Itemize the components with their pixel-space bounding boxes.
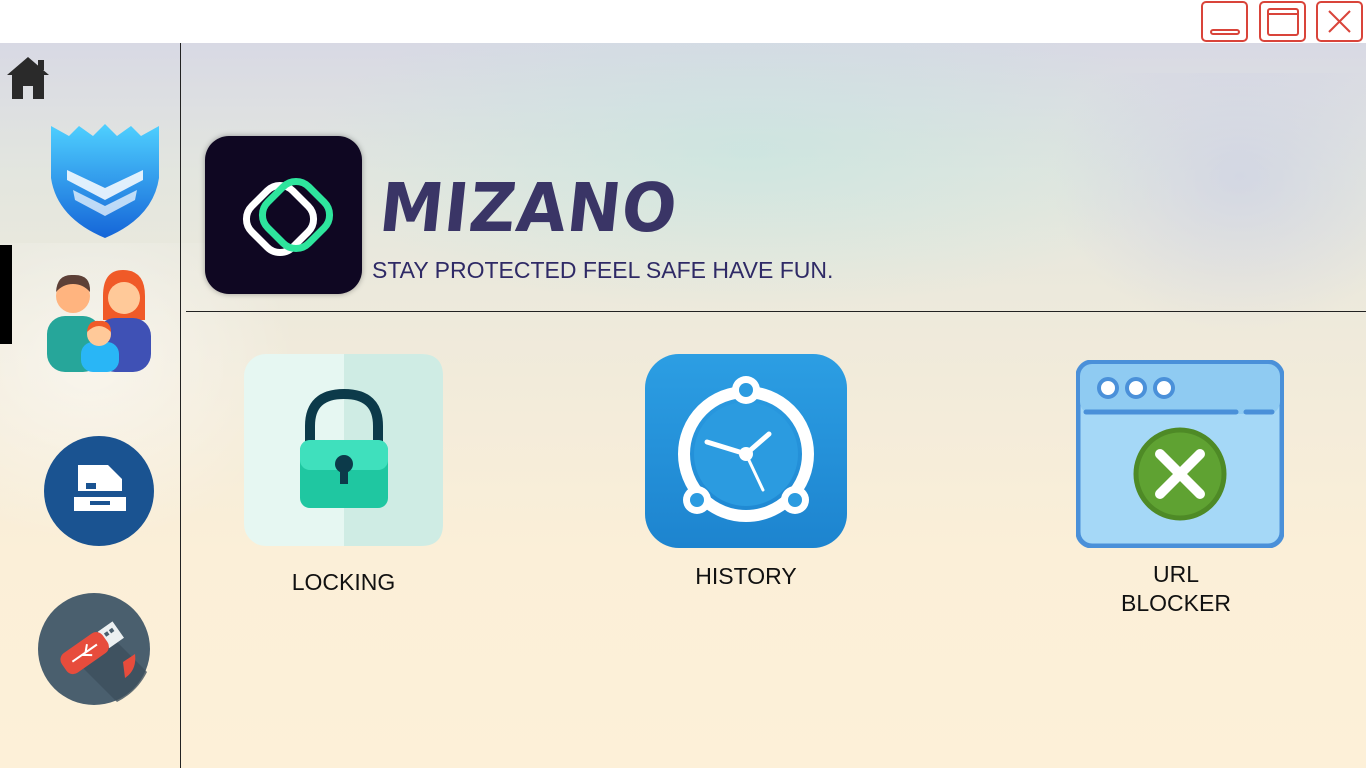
url-blocker-icon [1075, 359, 1285, 549]
shield-icon [51, 124, 159, 238]
locking-label: LOCKING [291, 569, 396, 595]
family-icon [47, 270, 151, 372]
active-nav-indicator [0, 245, 12, 344]
url-blocker-label-line2: BLOCKER [1121, 590, 1231, 616]
nav-home[interactable] [5, 55, 51, 106]
url-blocker-label: URL BLOCKER [1076, 560, 1276, 618]
app-logo [205, 136, 362, 294]
close-icon [1328, 10, 1351, 33]
brand-name: MIZANO [375, 170, 682, 248]
close-button[interactable] [1316, 1, 1363, 42]
tagline: STAY PROTECTED FEEL SAFE HAVE FUN. [372, 257, 834, 283]
title-bar [0, 0, 1366, 43]
clock-icon [645, 354, 847, 548]
history-label: HISTORY [695, 563, 797, 589]
nav-usb[interactable] [37, 592, 151, 711]
padlock-icon [244, 354, 443, 546]
mizano-logo-icon [242, 177, 334, 257]
nav-scanner[interactable] [42, 435, 156, 552]
url-blocker-label-line1: URL [1152, 561, 1199, 587]
locking-button[interactable] [244, 354, 443, 551]
url-blocker-button[interactable] [1075, 359, 1285, 553]
minimize-icon [1210, 29, 1240, 35]
maximize-button[interactable] [1259, 1, 1306, 42]
history-button[interactable] [645, 354, 847, 553]
maximize-icon [1267, 8, 1299, 36]
header-divider [186, 311, 1366, 312]
nav-family[interactable] [47, 268, 151, 377]
sidebar-divider [180, 43, 181, 768]
minimize-button[interactable] [1201, 1, 1248, 42]
home-icon [7, 57, 49, 99]
nav-shield[interactable] [49, 122, 161, 245]
usb-drive-icon [38, 593, 150, 705]
scanner-icon [44, 436, 154, 546]
